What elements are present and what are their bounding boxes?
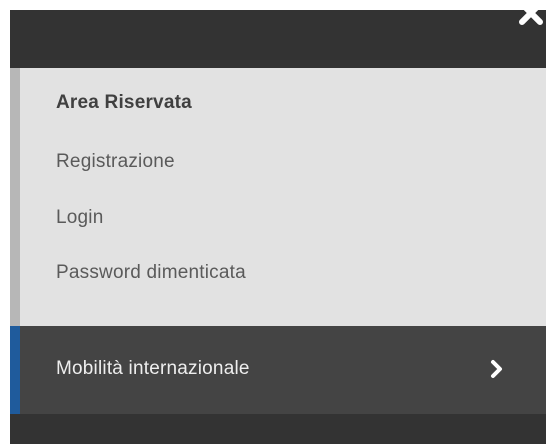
forgot-password-link[interactable]: Password dimenticata — [56, 262, 246, 284]
login-link[interactable]: Login — [56, 207, 104, 229]
mobile-menu-panel: Area Riservata Registrazione Login Passw… — [10, 10, 546, 444]
registration-link[interactable]: Registrazione — [56, 151, 175, 173]
area-riservata-submenu: Area Riservata Registrazione Login Passw… — [10, 68, 546, 326]
close-icon — [516, 10, 546, 34]
nav-item-mobilita-internazionale[interactable]: Mobilità internazionale — [10, 326, 546, 414]
submenu-heading[interactable]: Area Riservata — [56, 92, 192, 114]
close-menu-button[interactable] — [516, 10, 546, 34]
menu-footer-bar — [10, 414, 546, 444]
chevron-right-icon[interactable] — [490, 359, 504, 379]
menu-header-bar — [10, 10, 546, 68]
nav-item-label: Mobilità internazionale — [56, 358, 250, 379]
submenu-indicator-bar — [10, 68, 20, 326]
nav-item-accent-bar — [10, 326, 20, 414]
